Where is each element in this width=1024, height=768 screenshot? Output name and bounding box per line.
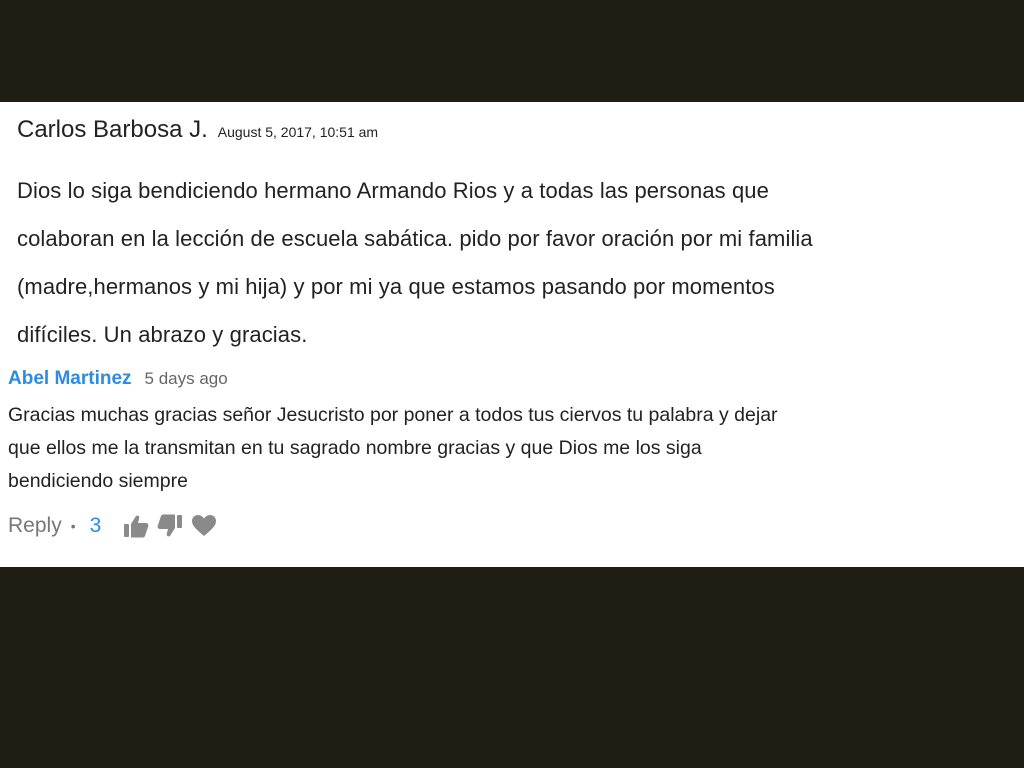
- first-comment-line: Dios lo siga bendiciendo hermano Armando…: [17, 178, 769, 203]
- first-comment-header: Carlos Barbosa J. August 5, 2017, 10:51 …: [17, 116, 1017, 144]
- thumbs-down-icon[interactable]: [155, 511, 185, 541]
- first-comment: Carlos Barbosa J. August 5, 2017, 10:51 …: [17, 116, 1017, 359]
- reply-header: Abel Martinez 5 days ago: [8, 368, 1018, 390]
- reply-timestamp: 5 days ago: [144, 369, 228, 388]
- first-comment-line: difíciles. Un abrazo y gracias.: [17, 322, 308, 347]
- reply-button[interactable]: Reply: [8, 514, 62, 538]
- reply-line: bendiciendo siempre: [8, 470, 188, 492]
- comment-card: Carlos Barbosa J. August 5, 2017, 10:51 …: [0, 102, 1024, 567]
- thumbs-up-icon[interactable]: [121, 511, 151, 541]
- reply-author-link[interactable]: Abel Martinez: [8, 368, 132, 390]
- vote-count: 3: [89, 514, 102, 537]
- reply-line: que ellos me la transmitan en tu sagrado…: [8, 437, 702, 459]
- first-comment-line: (madre,hermanos y mi hija) y por mi ya q…: [17, 274, 775, 299]
- heart-icon[interactable]: [189, 511, 219, 541]
- first-comment-body: Dios lo siga bendiciendo hermano Armando…: [17, 167, 1017, 359]
- reply-comment: Abel Martinez 5 days ago Gracias muchas …: [8, 368, 1018, 541]
- reply-actions: Reply • 3: [8, 511, 1018, 541]
- separator-dot: •: [70, 518, 76, 534]
- first-comment-line: colaboran en la lección de escuela sabát…: [17, 226, 813, 251]
- first-comment-author: Carlos Barbosa J.: [17, 116, 208, 143]
- first-comment-date: August 5, 2017, 10:51 am: [217, 124, 379, 140]
- reply-line: Gracias muchas gracias señor Jesucristo …: [8, 404, 778, 426]
- reply-body: Gracias muchas gracias señor Jesucristo …: [8, 399, 1018, 498]
